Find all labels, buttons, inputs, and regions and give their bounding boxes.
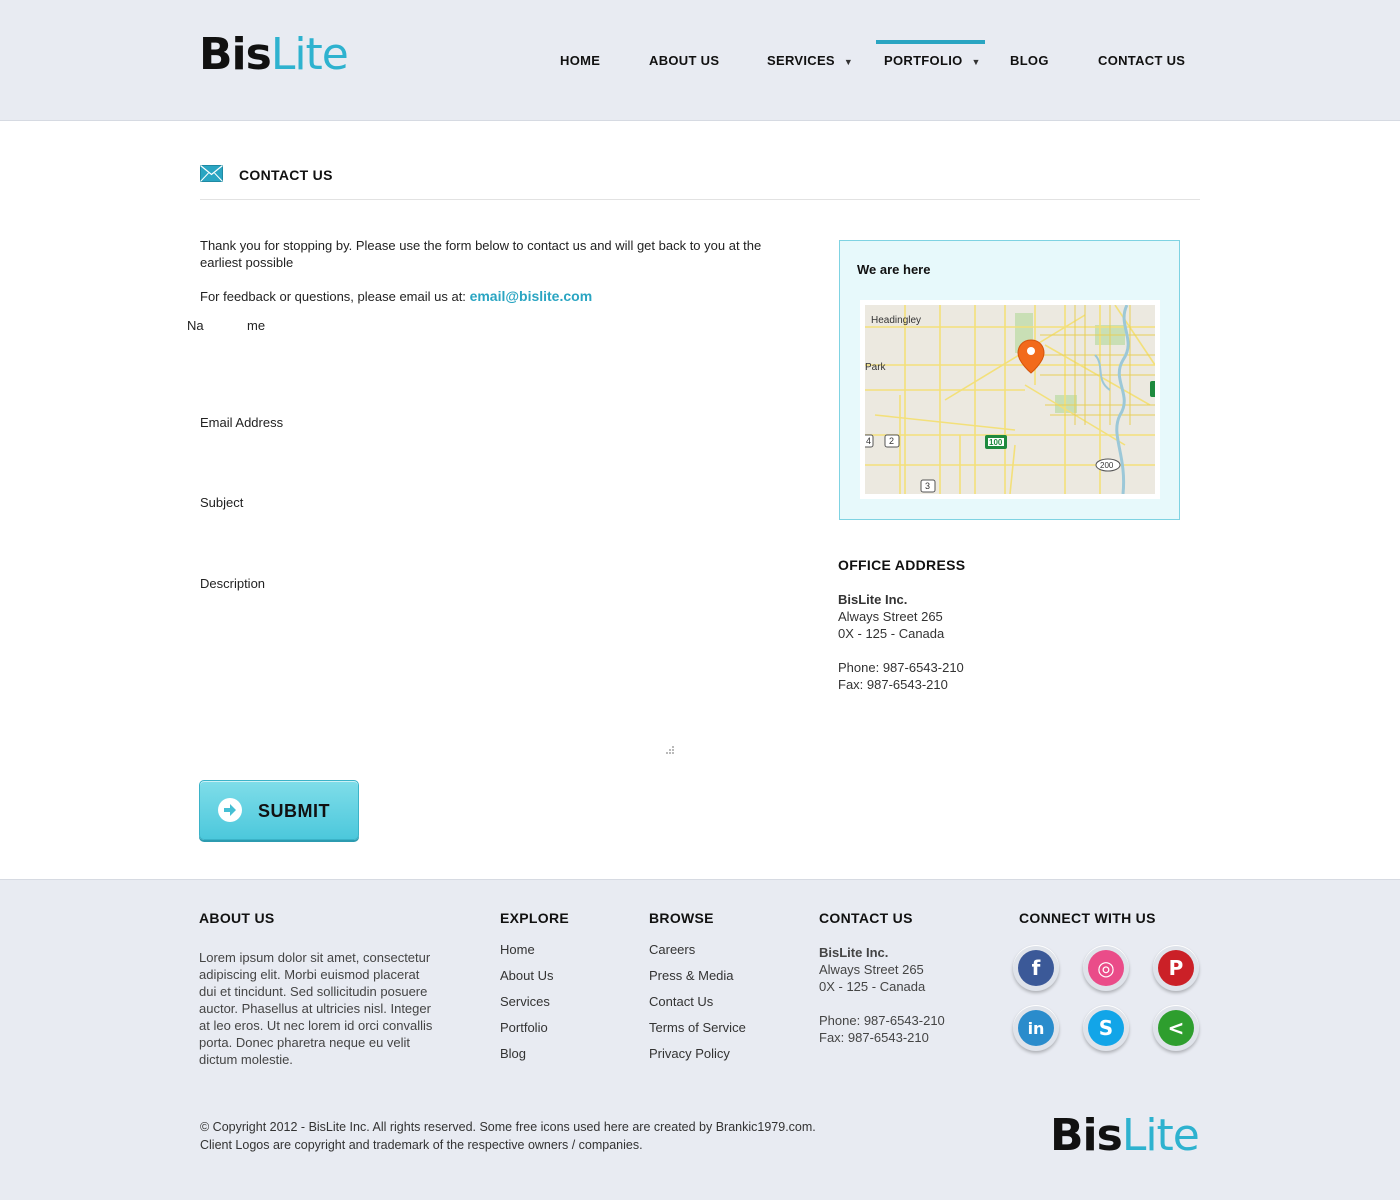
map-label-park: Park xyxy=(865,362,886,373)
name-input[interactable] xyxy=(200,340,780,400)
submit-label: SUBMIT xyxy=(258,801,330,821)
nav-label: CONTACT US xyxy=(1098,53,1186,68)
nav-item-home[interactable]: HOME xyxy=(560,53,600,68)
footer-contact-city: 0X - 125 - Canada xyxy=(819,979,926,994)
pinterest-icon: P xyxy=(1158,950,1194,986)
footer-contact-title: CONTACT US xyxy=(819,910,913,926)
skype-icon: S xyxy=(1088,1010,1124,1046)
map-panel: We are here Headingley Park 4 2 3 100 20… xyxy=(839,240,1180,520)
share-icon: < xyxy=(1158,1010,1194,1046)
subject-input[interactable] xyxy=(200,516,780,566)
map-view[interactable]: Headingley Park 4 2 3 100 200 xyxy=(865,305,1155,494)
footer-link-about[interactable]: About Us xyxy=(500,963,553,989)
map-title: We are here xyxy=(857,262,931,277)
footer-link-services[interactable]: Services xyxy=(500,989,553,1015)
copyright: © Copyright 2012 - BisLite Inc. All righ… xyxy=(200,1118,816,1154)
description-textarea[interactable] xyxy=(200,597,678,757)
copyright-line2: Client Logos are copyright and trademark… xyxy=(200,1138,643,1152)
nav-label: HOME xyxy=(560,53,601,68)
email-input[interactable] xyxy=(200,436,780,486)
feedback-line: For feedback or questions, please email … xyxy=(200,288,592,304)
footer-link-contact[interactable]: Contact Us xyxy=(649,989,746,1015)
footer-logo-lite: Lite xyxy=(1121,1110,1200,1161)
map-label-route-200: 200 xyxy=(1100,461,1114,470)
nav-item-portfolio[interactable]: PORTFOLIO ▼ xyxy=(884,53,981,68)
footer-link-blog[interactable]: Blog xyxy=(500,1041,553,1067)
page-title: CONTACT US xyxy=(239,167,333,183)
site-footer: ABOUT US Lorem ipsum dolor sit amet, con… xyxy=(0,879,1400,1200)
office-phone: Phone: 987-6543-210 xyxy=(838,660,964,675)
subject-label: Subject xyxy=(200,495,244,510)
footer-link-careers[interactable]: Careers xyxy=(649,937,746,963)
copyright-line1: © Copyright 2012 - BisLite Inc. All righ… xyxy=(200,1120,816,1134)
footer-about-title: ABOUT US xyxy=(199,910,275,926)
footer-contact-street: Always Street 265 xyxy=(819,962,924,977)
map-label-route-2: 2 xyxy=(889,436,895,446)
map-frame[interactable]: Headingley Park 4 2 3 100 200 xyxy=(860,300,1160,499)
office-address: BisLite Inc. Always Street 265 0X - 125 … xyxy=(838,591,964,693)
nav-active-indicator xyxy=(876,40,985,44)
map-label-route-4: 4 xyxy=(866,436,872,446)
submit-button[interactable]: SUBMIT xyxy=(199,780,359,840)
name-label-part2: me xyxy=(247,318,266,333)
office-address-title: OFFICE ADDRESS xyxy=(838,557,966,573)
share-button[interactable]: < xyxy=(1153,1005,1199,1051)
nav-label: PORTFOLIO xyxy=(884,53,963,68)
feedback-text: For feedback or questions, please email … xyxy=(200,289,466,304)
email-link[interactable]: email@bislite.com xyxy=(470,288,593,304)
nav-label: ABOUT US xyxy=(649,53,720,68)
facebook-icon: f xyxy=(1018,950,1054,986)
footer-logo-bis: Bis xyxy=(1050,1110,1123,1161)
nav-item-about[interactable]: ABOUT US xyxy=(649,53,719,68)
footer-browse-list: Careers Press & Media Contact Us Terms o… xyxy=(649,937,746,1067)
chevron-down-icon: ▼ xyxy=(843,57,854,67)
map-label-route-3: 3 xyxy=(925,481,931,491)
office-company: BisLite Inc. xyxy=(838,592,908,607)
footer-connect-title: CONNECT WITH US xyxy=(1019,910,1156,926)
footer-contact-info: BisLite Inc. Always Street 265 0X - 125 … xyxy=(819,944,945,1046)
page-heading: CONTACT US xyxy=(200,162,1200,200)
office-fax: Fax: 987-6543-210 xyxy=(838,677,948,692)
linkedin-icon: in xyxy=(1018,1010,1054,1046)
envelope-icon xyxy=(200,165,223,182)
main-nav: HOME ABOUT US SERVICES ▼ PORTFOLIO ▼ BLOG … xyxy=(0,0,1400,120)
dribbble-button[interactable]: ◎ xyxy=(1083,945,1129,991)
footer-explore-list: Home About Us Services Portfolio Blog xyxy=(500,937,553,1067)
chevron-down-icon: ▼ xyxy=(971,57,981,67)
office-city: 0X - 125 - Canada xyxy=(838,626,945,641)
skype-button[interactable]: S xyxy=(1083,1005,1129,1051)
description-label: Description xyxy=(200,576,266,591)
footer-explore-title: EXPLORE xyxy=(500,910,570,926)
footer-contact-fax: Fax: 987-6543-210 xyxy=(819,1030,929,1045)
dribbble-icon: ◎ xyxy=(1088,950,1124,986)
footer-link-home[interactable]: Home xyxy=(500,937,553,963)
footer-link-terms[interactable]: Terms of Service xyxy=(649,1015,746,1041)
footer-browse-title: BROWSE xyxy=(649,910,714,926)
footer-link-press[interactable]: Press & Media xyxy=(649,963,746,989)
footer-link-privacy[interactable]: Privacy Policy xyxy=(649,1041,746,1067)
facebook-button[interactable]: f xyxy=(1013,945,1059,991)
intro-text: Thank you for stopping by. Please use th… xyxy=(200,238,762,270)
linkedin-button[interactable]: in xyxy=(1013,1005,1059,1051)
office-street: Always Street 265 xyxy=(838,609,943,624)
footer-link-portfolio[interactable]: Portfolio xyxy=(500,1015,553,1041)
map-label-route-100: 100 xyxy=(989,438,1003,447)
nav-label: BLOG xyxy=(1010,53,1049,68)
site-header: BisLite HOME ABOUT US SERVICES ▼ PORTFOLI… xyxy=(0,0,1400,121)
footer-contact-company: BisLite Inc. xyxy=(819,945,889,960)
footer-about-text: Lorem ipsum dolor sit amet, consectetur … xyxy=(199,950,433,1067)
nav-item-contact[interactable]: CONTACT US xyxy=(1098,53,1185,68)
nav-item-blog[interactable]: BLOG xyxy=(1010,53,1049,68)
footer-contact-phone: Phone: 987-6543-210 xyxy=(819,1013,945,1028)
pinterest-button[interactable]: P xyxy=(1153,945,1199,991)
nav-label: SERVICES xyxy=(767,53,835,68)
arrow-right-icon xyxy=(218,798,242,822)
resize-grip-icon[interactable] xyxy=(665,745,675,755)
nav-item-services[interactable]: SERVICES ▼ xyxy=(767,53,853,68)
name-label-part1: Na xyxy=(187,318,204,333)
footer-logo[interactable]: BisLite xyxy=(1050,1110,1200,1161)
map-label-headingley: Headingley xyxy=(871,315,922,326)
email-label: Email Address xyxy=(200,415,284,430)
